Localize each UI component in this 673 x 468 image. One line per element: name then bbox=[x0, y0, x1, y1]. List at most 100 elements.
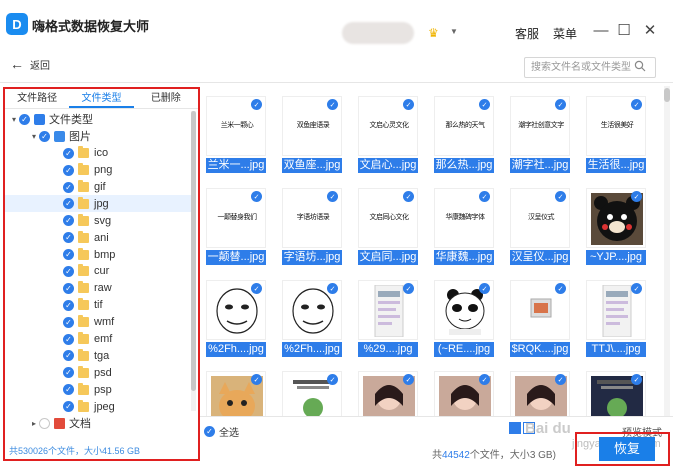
checkbox[interactable]: ✓ bbox=[63, 299, 74, 311]
check-icon[interactable]: ✓ bbox=[479, 191, 490, 202]
tree-item[interactable]: ✓ tif bbox=[5, 297, 191, 314]
check-icon[interactable]: ✓ bbox=[631, 283, 642, 294]
thumbnail-image[interactable]: ✓ bbox=[282, 280, 342, 340]
file-thumbnail-card[interactable]: ✓ $RQK....jpg bbox=[510, 280, 570, 357]
thumbnail-image[interactable]: ✓ bbox=[358, 371, 418, 416]
thumbnail-image[interactable]: 字语坊语录 ✓ bbox=[282, 188, 342, 248]
customer-service-link[interactable]: 客服 bbox=[515, 25, 539, 42]
thumbnail-image[interactable]: ✓ bbox=[434, 280, 494, 340]
checkbox[interactable]: ✓ bbox=[63, 384, 74, 396]
check-icon[interactable]: ✓ bbox=[555, 374, 566, 385]
check-icon[interactable]: ✓ bbox=[251, 283, 262, 294]
thumbnail-image[interactable]: ✓ bbox=[510, 280, 570, 340]
check-icon[interactable]: ✓ bbox=[403, 99, 414, 110]
check-icon[interactable]: ✓ bbox=[251, 99, 262, 110]
file-thumbnail-card[interactable]: ✓ bbox=[358, 371, 418, 416]
thumbnail-image[interactable]: 华康魏碑字体 ✓ bbox=[434, 188, 494, 248]
check-icon[interactable]: ✓ bbox=[327, 283, 338, 294]
tree-item[interactable]: ✓ cur bbox=[5, 263, 191, 280]
checkbox[interactable]: ✓ bbox=[63, 164, 74, 176]
check-icon[interactable]: ✓ bbox=[631, 99, 642, 110]
recover-button[interactable]: 恢复 bbox=[599, 437, 655, 461]
tree-item[interactable]: ▾ ✓ 图片 bbox=[5, 128, 191, 145]
minimize-icon[interactable]: — bbox=[592, 22, 610, 40]
tree-item[interactable]: ✓ tga bbox=[5, 347, 191, 364]
grid-view-icon[interactable] bbox=[509, 422, 521, 434]
file-thumbnail-card[interactable]: ✓ bbox=[510, 371, 570, 416]
file-thumbnail-card[interactable]: ✓ TTJ\....jpg bbox=[586, 280, 646, 357]
thumbnail-image[interactable]: ✓ bbox=[586, 280, 646, 340]
file-thumbnail-card[interactable]: 双鱼座语录 ✓ 双鱼座...jpg bbox=[282, 96, 342, 173]
check-icon[interactable]: ✓ bbox=[631, 191, 642, 202]
check-icon[interactable]: ✓ bbox=[251, 191, 262, 202]
thumbnail-image[interactable]: 生活很美好 ✓ bbox=[586, 96, 646, 156]
check-icon[interactable]: ✓ bbox=[555, 283, 566, 294]
checkbox[interactable]: ✓ bbox=[63, 316, 74, 328]
select-all-checkbox[interactable]: ✓ 全选 bbox=[204, 424, 239, 439]
file-thumbnail-card[interactable]: 一颠替身我们 ✓ 一颠替...jpg bbox=[206, 188, 266, 265]
tree-scrollbar[interactable] bbox=[191, 111, 196, 411]
back-button[interactable]: ← 返回 bbox=[10, 56, 50, 72]
check-icon[interactable]: ✓ bbox=[403, 283, 414, 294]
file-thumbnail-card[interactable]: ✓ (~RE....jpg bbox=[434, 280, 494, 357]
tree-item[interactable]: ▸ 文档 bbox=[5, 415, 191, 432]
tab-0[interactable]: 文件路径 bbox=[5, 89, 69, 108]
expander-icon[interactable]: ▾ bbox=[9, 115, 19, 124]
checkbox[interactable]: ✓ bbox=[63, 265, 74, 277]
tree-item[interactable]: ✓ jpg bbox=[5, 195, 191, 213]
thumbnail-image[interactable]: ✓ bbox=[586, 188, 646, 248]
file-thumbnail-card[interactable]: ✓ bbox=[282, 371, 342, 416]
expander-icon[interactable]: ▾ bbox=[29, 132, 39, 141]
file-thumbnail-card[interactable]: 字语坊语录 ✓ 字语坊...jpg bbox=[282, 188, 342, 265]
check-icon[interactable]: ✓ bbox=[251, 374, 262, 385]
checkbox[interactable]: ✓ bbox=[63, 198, 74, 210]
checkbox[interactable] bbox=[39, 417, 50, 429]
check-icon[interactable]: ✓ bbox=[479, 283, 490, 294]
check-icon[interactable]: ✓ bbox=[631, 374, 642, 385]
thumbnail-image[interactable]: 汉呈仪式 ✓ bbox=[510, 188, 570, 248]
tree-item[interactable]: ✓ gif bbox=[5, 179, 191, 196]
check-icon[interactable]: ✓ bbox=[479, 374, 490, 385]
chevron-down-icon[interactable]: ▼ bbox=[450, 27, 458, 36]
crown-icon[interactable]: ♛ bbox=[428, 26, 439, 40]
grid-scrollbar[interactable] bbox=[664, 86, 670, 416]
checkbox[interactable]: ✓ bbox=[63, 232, 74, 244]
tree-item[interactable]: ✓ png bbox=[5, 162, 191, 179]
check-icon[interactable]: ✓ bbox=[555, 99, 566, 110]
check-icon[interactable]: ✓ bbox=[555, 191, 566, 202]
file-thumbnail-card[interactable]: 生活很美好 ✓ 生活很...jpg bbox=[586, 96, 646, 173]
thumbnail-image[interactable]: ✓ bbox=[206, 280, 266, 340]
tree-item[interactable]: ✓ psd bbox=[5, 364, 191, 381]
tree-item[interactable]: ✓ wmf bbox=[5, 314, 191, 331]
check-icon[interactable]: ✓ bbox=[327, 99, 338, 110]
checkbox[interactable]: ✓ bbox=[63, 147, 74, 159]
checkbox[interactable]: ✓ bbox=[63, 215, 74, 227]
list-view-icon[interactable] bbox=[523, 422, 535, 434]
file-thumbnail-card[interactable]: ✓ %2Fh....jpg bbox=[206, 280, 266, 357]
expander-icon[interactable]: ▸ bbox=[29, 419, 39, 428]
checkbox[interactable]: ✓ bbox=[63, 367, 74, 379]
check-icon[interactable]: ✓ bbox=[327, 374, 338, 385]
checkbox[interactable]: ✓ bbox=[63, 350, 74, 362]
thumbnail-image[interactable]: ✓ bbox=[206, 371, 266, 416]
tree-item[interactable]: ✓ raw bbox=[5, 280, 191, 297]
thumbnail-image[interactable]: 兰米一颗心 ✓ bbox=[206, 96, 266, 156]
checkbox[interactable]: ✓ bbox=[63, 333, 74, 345]
grid-scroll-thumb[interactable] bbox=[664, 88, 670, 102]
file-thumbnail-card[interactable]: ✓ ~YJP....jpg bbox=[586, 188, 646, 265]
thumbnail-image[interactable]: 文启心灵文化 ✓ bbox=[358, 96, 418, 156]
file-thumbnail-card[interactable]: 兰米一颗心 ✓ 兰米一...jpg bbox=[206, 96, 266, 173]
checkbox[interactable]: ✓ bbox=[63, 282, 74, 294]
thumbnail-image[interactable]: ✓ bbox=[434, 371, 494, 416]
check-icon[interactable]: ✓ bbox=[479, 99, 490, 110]
thumbnail-image[interactable]: 潮字社创意文字 ✓ bbox=[510, 96, 570, 156]
user-avatar[interactable] bbox=[342, 22, 414, 44]
file-thumbnail-card[interactable]: 潮字社创意文字 ✓ 潮字社...jpg bbox=[510, 96, 570, 173]
file-thumbnail-card[interactable]: ✓ %2Fh....jpg bbox=[282, 280, 342, 357]
check-icon[interactable]: ✓ bbox=[403, 191, 414, 202]
file-thumbnail-card[interactable]: ✓ bbox=[434, 371, 494, 416]
checkbox[interactable]: ✓ bbox=[39, 130, 50, 142]
file-thumbnail-card[interactable]: 文启同心文化 ✓ 文启同...jpg bbox=[358, 188, 418, 265]
thumbnail-image[interactable]: ✓ bbox=[282, 371, 342, 416]
file-thumbnail-card[interactable]: 那么热的天气 ✓ 那么热...jpg bbox=[434, 96, 494, 173]
